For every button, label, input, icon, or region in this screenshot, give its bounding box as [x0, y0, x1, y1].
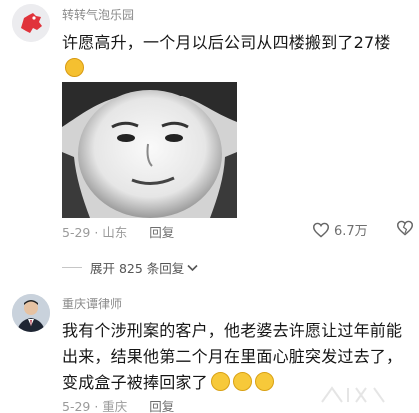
- watermark-logo: [318, 382, 388, 408]
- reply-button[interactable]: 回复: [149, 225, 174, 240]
- watermark-icon: [321, 386, 385, 403]
- comment-meta: 5-29 · 山东 回复: [62, 222, 174, 241]
- smile-emoji-icon: [232, 372, 252, 391]
- meme-face-image: [62, 82, 237, 218]
- expand-replies-label: 展开 825 条回复: [90, 261, 185, 276]
- reply-button[interactable]: 回复: [149, 399, 174, 413]
- smile-emoji-icon: [210, 372, 230, 391]
- like-count: 6.7万: [334, 224, 368, 239]
- comment-text-content: 许愿高升，一个月以后公司从四楼搬到了27楼: [62, 33, 391, 52]
- red-mascot-icon: [12, 4, 50, 42]
- like-button[interactable]: 6.7万: [312, 220, 368, 239]
- crying-laughing-emoji-icon: [65, 58, 84, 77]
- lawyer-portrait-icon: [12, 294, 50, 332]
- avatar[interactable]: [12, 294, 50, 332]
- heart-icon: [312, 222, 330, 238]
- comment-meta: 5-29 · 重庆 回复: [62, 396, 174, 413]
- comment-image[interactable]: [62, 82, 237, 218]
- avatar[interactable]: [12, 4, 50, 42]
- divider-line: [62, 267, 82, 268]
- expand-replies-button[interactable]: 展开 825 条回复: [62, 258, 198, 277]
- chevron-down-icon: [187, 264, 198, 271]
- broken-heart-icon: [396, 220, 414, 236]
- username[interactable]: 重庆谭律师: [62, 295, 122, 312]
- date-location: 5-29 · 重庆: [62, 399, 128, 413]
- date-location: 5-29 · 山东: [62, 225, 128, 240]
- username[interactable]: 转转气泡乐园: [62, 6, 134, 23]
- dislike-button[interactable]: [396, 220, 414, 240]
- smile-emoji-icon: [254, 372, 274, 391]
